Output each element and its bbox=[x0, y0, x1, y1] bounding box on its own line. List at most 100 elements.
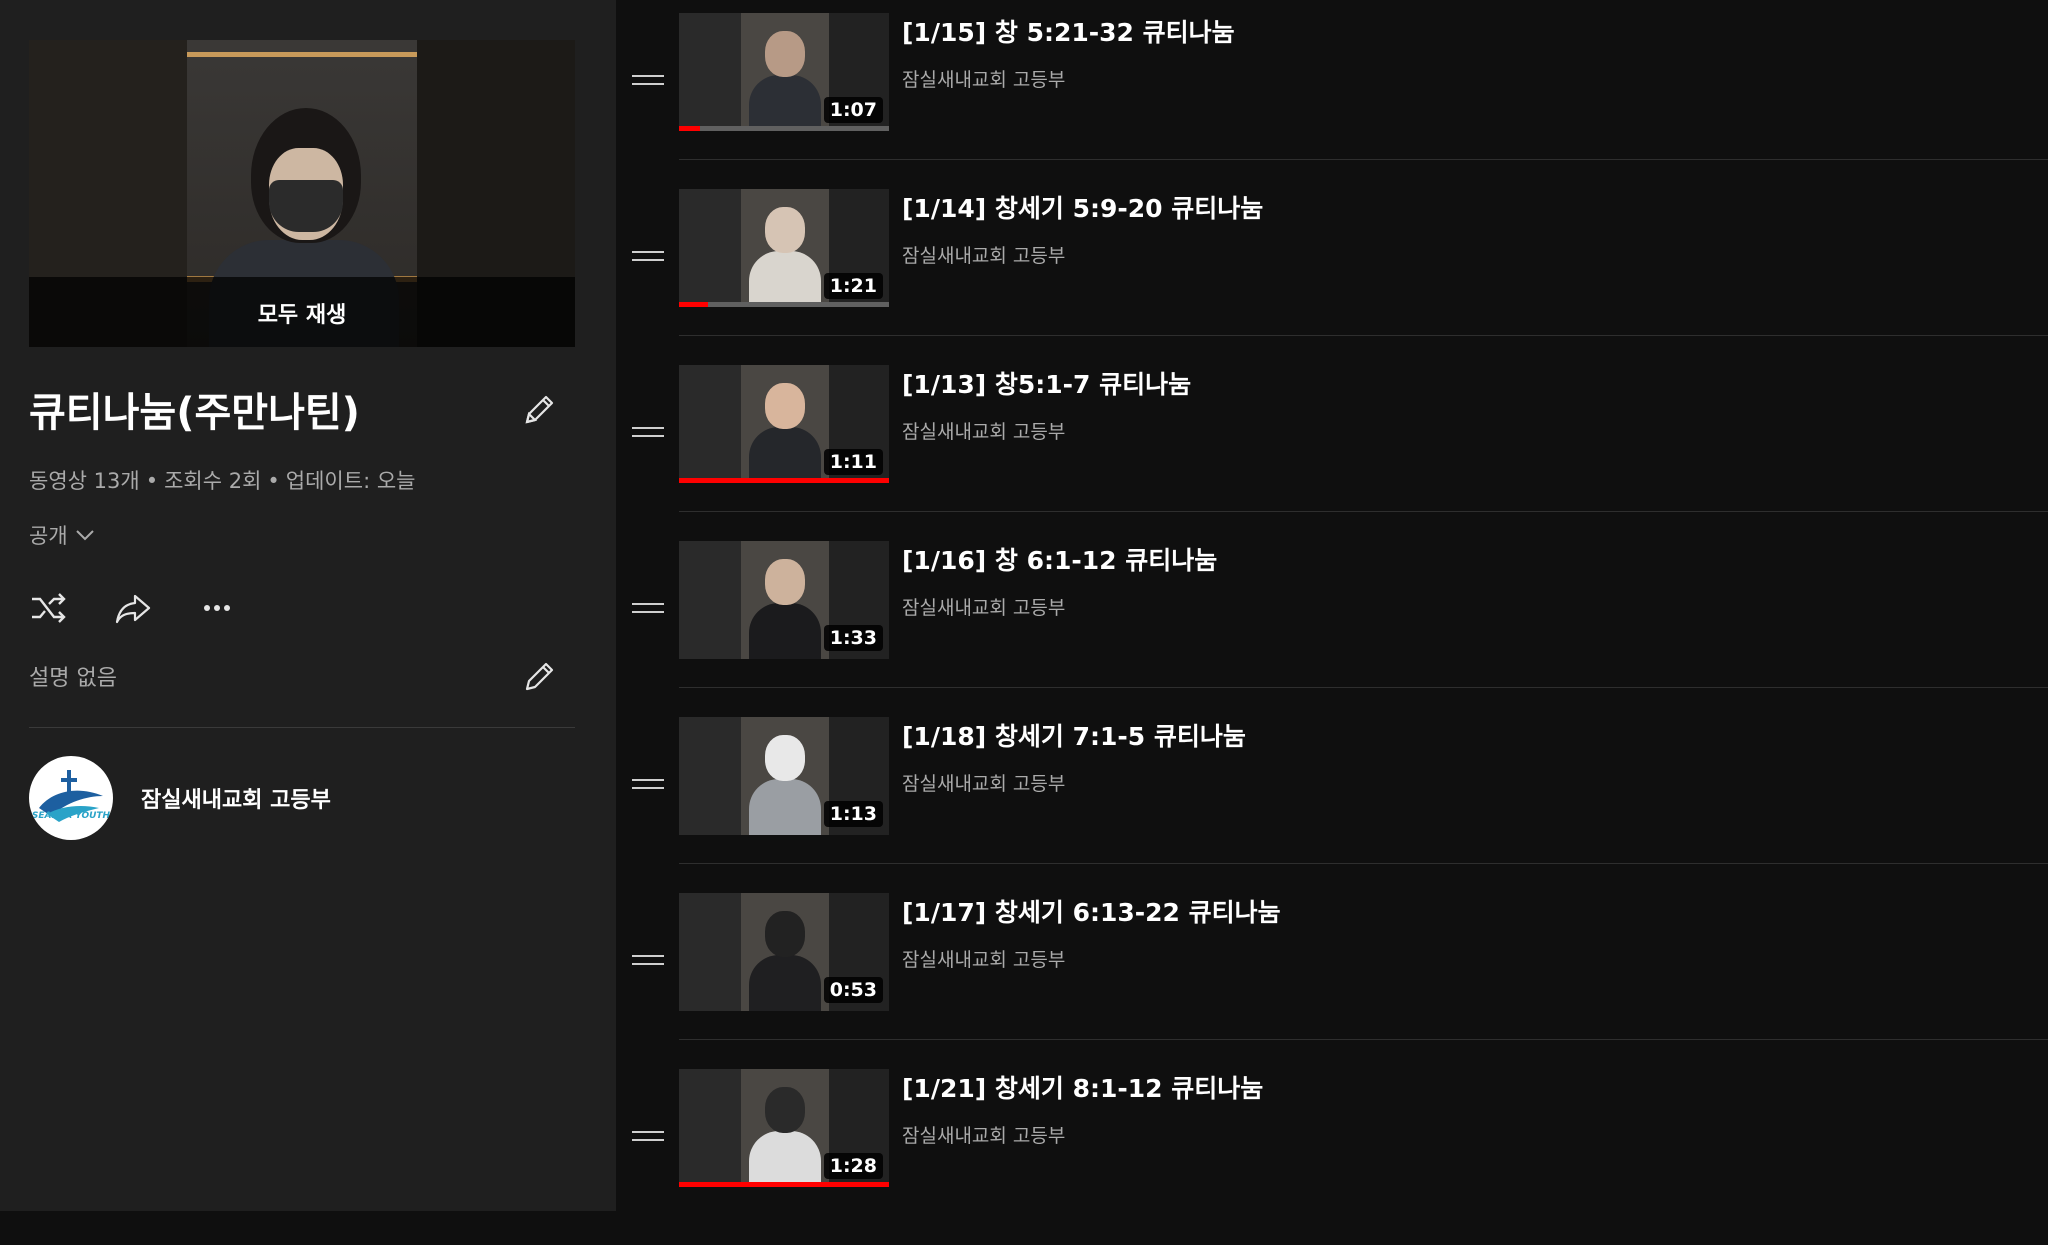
thumbnail-person-head bbox=[765, 911, 805, 957]
thumbnail-person-head bbox=[765, 207, 805, 253]
video-channel-name[interactable]: 잠실새내교회 고등부 bbox=[902, 593, 1065, 620]
video-duration: 1:07 bbox=[823, 97, 883, 123]
playlist-description: 설명 없음 bbox=[29, 666, 117, 691]
drag-handle-icon[interactable] bbox=[632, 73, 668, 87]
hero-stripe bbox=[187, 52, 417, 57]
video-thumbnail[interactable]: 1:28 bbox=[679, 1069, 889, 1187]
thumbnail-person-body bbox=[749, 955, 821, 1011]
edit-description-button[interactable] bbox=[519, 657, 559, 697]
playlist-video-item[interactable]: 1:33 [1/16] 창 6:1-12 큐티나눔잠실새내교회 고등부 bbox=[616, 541, 2048, 717]
share-icon bbox=[115, 594, 151, 624]
shuffle-button[interactable] bbox=[29, 588, 69, 628]
divider bbox=[679, 687, 2048, 688]
video-count: 동영상 13개 bbox=[29, 469, 140, 493]
privacy-dropdown[interactable]: 공개 bbox=[29, 520, 96, 550]
video-channel-name[interactable]: 잠실새내교회 고등부 bbox=[902, 945, 1065, 972]
edit-title-button[interactable] bbox=[519, 390, 559, 430]
channel-logo-icon: SEANEA YOUTH bbox=[32, 770, 111, 822]
drag-handle-icon[interactable] bbox=[632, 953, 668, 967]
privacy-label: 공개 bbox=[29, 524, 68, 548]
thumbnail-person-head bbox=[765, 559, 805, 605]
avatar[interactable]: SEANEA YOUTH bbox=[29, 756, 113, 840]
thumbnail-person-body bbox=[749, 1131, 821, 1187]
thumbnail-bg bbox=[679, 717, 741, 835]
video-title[interactable]: [1/14] 창세기 5:9-20 큐티나눔 bbox=[902, 189, 1263, 225]
video-duration: 0:53 bbox=[823, 977, 883, 1003]
video-title[interactable]: [1/21] 창세기 8:1-12 큐티나눔 bbox=[902, 1069, 1263, 1105]
watch-progress-bar bbox=[679, 126, 889, 131]
thumbnail-person-body bbox=[749, 251, 821, 307]
video-channel-name[interactable]: 잠실새내교회 고등부 bbox=[902, 769, 1065, 796]
channel-name[interactable]: 잠실새내교회 고등부 bbox=[141, 782, 331, 814]
channel-link[interactable]: SEANEA YOUTH 잠실새내교회 고등부 bbox=[29, 756, 331, 840]
video-title[interactable]: [1/18] 창세기 7:1-5 큐티나눔 bbox=[902, 717, 1246, 753]
divider bbox=[679, 1039, 2048, 1040]
watch-progress-bar bbox=[679, 302, 889, 307]
video-thumbnail[interactable]: 1:13 bbox=[679, 717, 889, 835]
thumbnail-bg bbox=[679, 541, 741, 659]
watch-progress-fill bbox=[679, 126, 700, 131]
more-horiz-icon bbox=[204, 605, 230, 611]
video-channel-name[interactable]: 잠실새내교회 고등부 bbox=[902, 241, 1065, 268]
thumbnail-person-head bbox=[765, 31, 805, 77]
drag-handle-icon[interactable] bbox=[632, 1129, 668, 1143]
separator-dot: • bbox=[267, 469, 280, 493]
playlist-video-item[interactable]: 1:11 [1/13] 창5:1-7 큐티나눔잠실새내교회 고등부 bbox=[616, 365, 2048, 541]
last-updated: 업데이트: 오늘 bbox=[285, 469, 416, 493]
drag-handle-icon[interactable] bbox=[632, 777, 668, 791]
thumbnail-person-body bbox=[749, 603, 821, 659]
thumbnail-bg bbox=[679, 893, 741, 1011]
share-button[interactable] bbox=[113, 588, 153, 628]
watch-progress-bar bbox=[679, 478, 889, 483]
playlist-video-list: 1:07 [1/15] 창 5:21-32 큐티나눔잠실새내교회 고등부 1:21 [… bbox=[616, 0, 2048, 1211]
chevron-down-icon bbox=[75, 530, 94, 541]
pencil-icon bbox=[525, 395, 554, 424]
video-thumbnail[interactable]: 1:11 bbox=[679, 365, 889, 483]
video-channel-name[interactable]: 잠실새내교회 고등부 bbox=[902, 65, 1065, 92]
playlist-video-item[interactable]: 1:07 [1/15] 창 5:21-32 큐티나눔잠실새내교회 고등부 bbox=[616, 13, 2048, 189]
video-thumbnail[interactable]: 1:33 bbox=[679, 541, 889, 659]
watch-progress-bar bbox=[679, 1182, 889, 1187]
thumbnail-person-head bbox=[765, 383, 805, 429]
pencil-icon bbox=[525, 662, 554, 691]
thumbnail-person-body bbox=[749, 779, 821, 835]
video-title[interactable]: [1/15] 창 5:21-32 큐티나눔 bbox=[902, 13, 1235, 49]
video-title[interactable]: [1/13] 창5:1-7 큐티나눔 bbox=[902, 365, 1191, 401]
video-title[interactable]: [1/17] 창세기 6:13-22 큐티나눔 bbox=[902, 893, 1281, 929]
playlist-video-item[interactable]: 1:28 [1/21] 창세기 8:1-12 큐티나눔잠실새내교회 고등부 bbox=[616, 1069, 2048, 1245]
thumbnail-bg bbox=[679, 365, 741, 483]
video-duration: 1:13 bbox=[823, 801, 883, 827]
divider bbox=[679, 511, 2048, 512]
play-all-thumbnail[interactable]: 모두 재생 bbox=[29, 40, 575, 347]
playlist-header-panel: 모두 재생 큐티나눔(주만나틴) 동영상 13개 • 조회수 2회 • 업데이트: 오늘… bbox=[0, 0, 616, 1211]
video-duration: 1:33 bbox=[823, 625, 883, 651]
video-channel-name[interactable]: 잠실새내교회 고등부 bbox=[902, 417, 1065, 444]
divider bbox=[29, 727, 575, 728]
video-thumbnail[interactable]: 0:53 bbox=[679, 893, 889, 1011]
playlist-video-item[interactable]: 0:53 [1/17] 창세기 6:13-22 큐티나눔잠실새내교회 고등부 bbox=[616, 893, 2048, 1069]
separator-dot: • bbox=[145, 469, 159, 493]
drag-handle-icon[interactable] bbox=[632, 601, 668, 615]
shuffle-icon bbox=[32, 593, 66, 623]
divider bbox=[679, 335, 2048, 336]
video-thumbnail[interactable]: 1:21 bbox=[679, 189, 889, 307]
thumbnail-bg bbox=[679, 1069, 741, 1187]
drag-handle-icon[interactable] bbox=[632, 249, 668, 263]
thumbnail-person-body bbox=[749, 75, 821, 131]
view-count: 조회수 2회 bbox=[164, 469, 262, 493]
thumbnail-person-body bbox=[749, 427, 821, 483]
watch-progress-fill bbox=[679, 478, 889, 483]
playlist-title: 큐티나눔(주만나틴) bbox=[29, 390, 360, 436]
drag-handle-icon[interactable] bbox=[632, 425, 668, 439]
playlist-actions bbox=[29, 588, 237, 628]
video-thumbnail[interactable]: 1:07 bbox=[679, 13, 889, 131]
video-duration: 1:11 bbox=[823, 449, 883, 475]
play-all-label[interactable]: 모두 재생 bbox=[29, 297, 575, 329]
video-title[interactable]: [1/16] 창 6:1-12 큐티나눔 bbox=[902, 541, 1217, 577]
more-actions-button[interactable] bbox=[197, 588, 237, 628]
hero-person-mask bbox=[269, 180, 343, 232]
playlist-video-item[interactable]: 1:13 [1/18] 창세기 7:1-5 큐티나눔잠실새내교회 고등부 bbox=[616, 717, 2048, 893]
thumbnail-bg bbox=[679, 189, 741, 307]
video-channel-name[interactable]: 잠실새내교회 고등부 bbox=[902, 1121, 1065, 1148]
playlist-video-item[interactable]: 1:21 [1/14] 창세기 5:9-20 큐티나눔잠실새내교회 고등부 bbox=[616, 189, 2048, 365]
